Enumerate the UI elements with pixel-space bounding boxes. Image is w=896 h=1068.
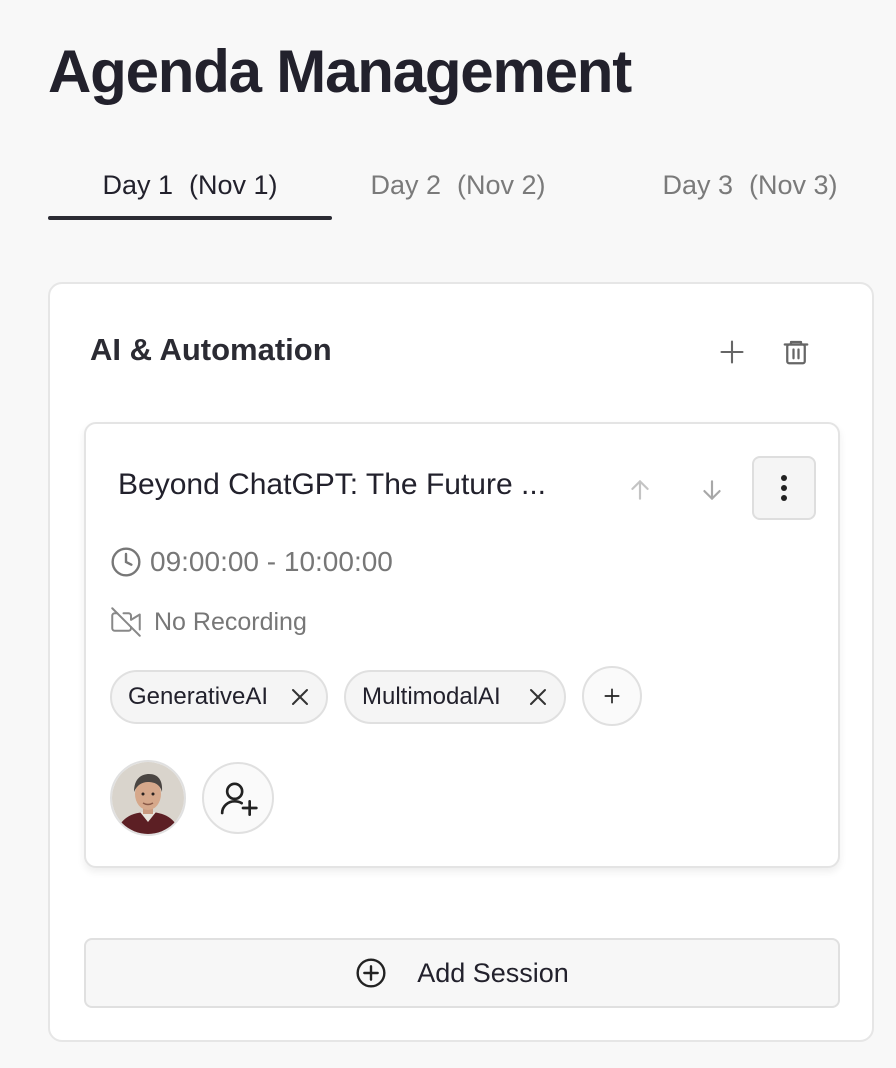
tag-chip: MultimodalAI — [344, 670, 566, 724]
tab-day-3-label: Day 3 — [662, 169, 734, 200]
video-off-icon — [111, 607, 141, 637]
close-icon[interactable] — [526, 685, 550, 709]
add-to-track-button[interactable] — [710, 330, 754, 374]
session-card: Beyond ChatGPT: The Future ... 09:00:00 … — [84, 422, 840, 868]
trash-icon — [783, 340, 809, 365]
clock-icon — [111, 547, 141, 577]
tag-label: GenerativeAI — [128, 683, 269, 710]
session-more-button[interactable] — [752, 456, 816, 520]
tab-day-1-label: Day 1 — [102, 169, 174, 200]
track-card: AI & Automation Beyond ChatGPT: The Futu… — [48, 282, 874, 1042]
session-title[interactable]: Beyond ChatGPT: The Future ... — [118, 468, 588, 502]
add-session-label: Add Session — [417, 957, 569, 988]
user-plus-icon — [220, 782, 258, 816]
track-title: AI & Automation — [90, 332, 332, 367]
arrow-up-icon — [631, 480, 649, 500]
day-tabs: Day 1 (Nov 1) Day 2 (Nov 2) Day 3 (Nov 3… — [48, 150, 868, 222]
arrow-down-icon — [703, 480, 721, 500]
add-session-button[interactable]: Add Session — [84, 938, 840, 1008]
plus-circle-icon — [356, 958, 386, 988]
tab-day-1-date: (Nov 1) — [189, 169, 278, 200]
speaker-photo — [112, 762, 184, 834]
move-up-button[interactable] — [618, 468, 662, 512]
more-vertical-icon — [781, 475, 787, 501]
tab-day-3[interactable]: Day 3 (Nov 3) — [632, 150, 868, 220]
tab-day-2-date: (Nov 2) — [457, 169, 546, 200]
active-tab-indicator — [48, 216, 332, 220]
delete-track-button[interactable] — [774, 330, 818, 374]
add-tag-button[interactable] — [582, 666, 642, 726]
tab-day-2-label: Day 2 — [370, 169, 442, 200]
tag-label: MultimodalAI — [362, 683, 501, 710]
recording-status-text: No Recording — [154, 607, 307, 636]
tag-chip: GenerativeAI — [110, 670, 328, 724]
close-icon[interactable] — [288, 685, 312, 709]
tab-day-2[interactable]: Day 2 (Nov 2) — [332, 150, 584, 220]
tab-day-3-date: (Nov 3) — [749, 169, 838, 200]
session-time-text: 09:00:00 - 10:00:00 — [150, 546, 393, 577]
page-title: Agenda Management — [48, 38, 632, 105]
plus-icon — [720, 340, 744, 364]
recording-status: No Recording — [110, 602, 307, 642]
add-speaker-button[interactable] — [202, 762, 274, 834]
tab-day-1[interactable]: Day 1 (Nov 1) — [48, 150, 332, 220]
move-down-button[interactable] — [690, 468, 734, 512]
plus-icon — [604, 688, 620, 704]
session-time: 09:00:00 - 10:00:00 — [110, 542, 393, 582]
avatar[interactable] — [110, 760, 186, 836]
